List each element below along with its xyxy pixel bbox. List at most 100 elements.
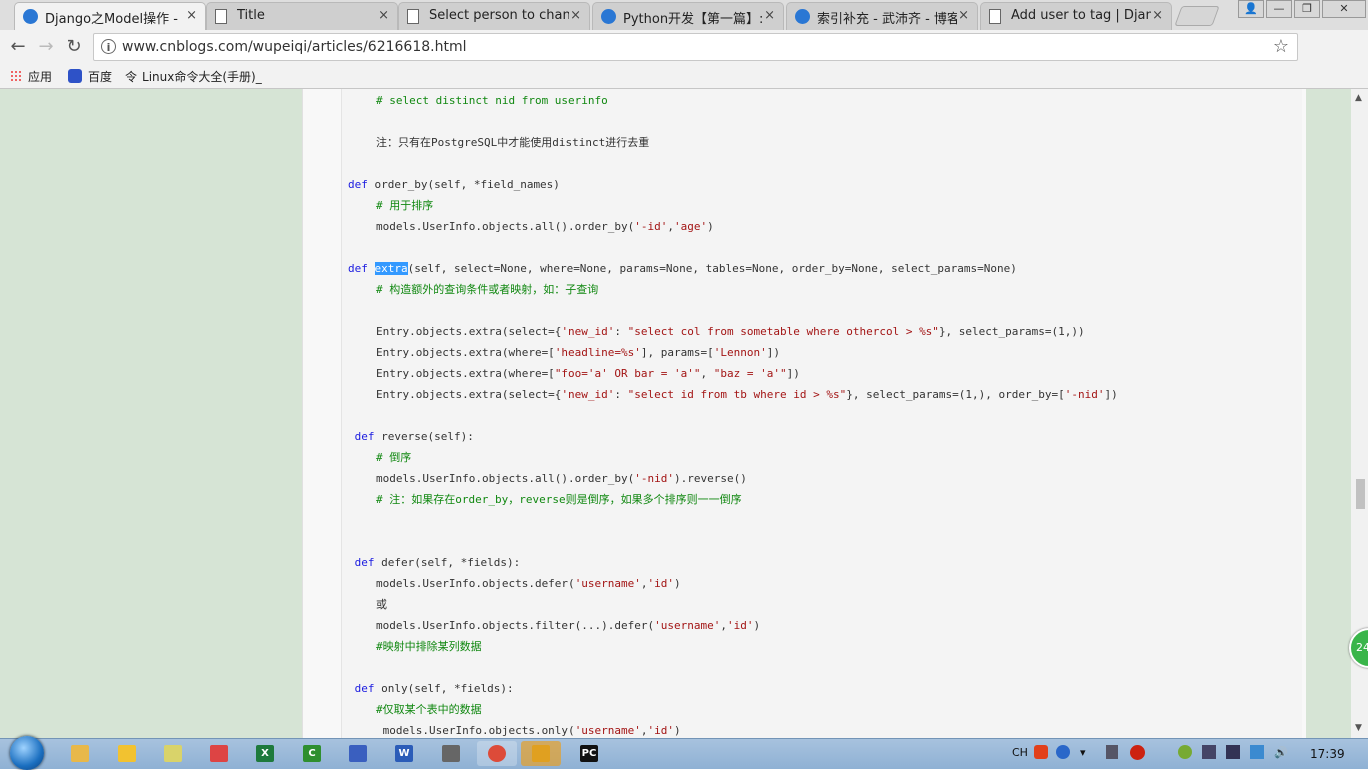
code-token: Entry.objects.extra(select={	[376, 388, 562, 401]
taskbar-pycharm[interactable]: PC	[569, 741, 609, 766]
code-line: def reverse(self):	[348, 430, 474, 444]
new-tab-button[interactable]	[1174, 6, 1220, 26]
code-token: reverse(self):	[374, 430, 474, 443]
close-icon[interactable]: ×	[570, 8, 581, 23]
floppy-icon	[349, 745, 367, 762]
forward-icon[interactable]: →	[34, 35, 58, 59]
code-line: def order_by(self, *field_names)	[348, 178, 560, 192]
code-token: # 倒序	[376, 451, 412, 464]
code-line: # 注：如果存在order_by，reverse则是倒序，如果多个排序则一一倒序	[376, 493, 742, 507]
sogou-input-icon[interactable]	[1034, 745, 1048, 759]
code-token: ])	[786, 367, 800, 380]
page-viewport: # select distinct nid from userinfo 注：只有在…	[0, 89, 1351, 738]
page-icon	[215, 9, 227, 24]
scroll-up-icon[interactable]: ▲	[1355, 93, 1362, 103]
taskbar-tools[interactable]	[431, 741, 471, 766]
code-line: models.UserInfo.objects.filter(...).defe…	[376, 619, 760, 633]
address-text[interactable]: www.cnblogs.com/wupeiqi/articles/6216618…	[122, 39, 467, 55]
tab-5[interactable]: 索引补充 - 武沛齐 - 博客 ×	[786, 2, 978, 30]
taskbar-excel[interactable]: X	[245, 741, 285, 766]
taskbar-word[interactable]: W	[384, 741, 424, 766]
info-icon[interactable]: i	[101, 39, 116, 54]
taskbar-qq[interactable]	[107, 741, 147, 766]
tab-2[interactable]: Title ×	[206, 2, 398, 30]
taskbar-xmind[interactable]	[199, 741, 239, 766]
code-token: Entry.objects.extra(where=[	[376, 346, 555, 359]
word-icon: W	[395, 745, 413, 762]
code-token: #仅取某个表中的数据	[376, 703, 482, 716]
tab-3[interactable]: Select person to chang ×	[398, 2, 590, 30]
taskbar-chrome[interactable]	[477, 741, 517, 766]
tray-app-icon[interactable]	[1106, 745, 1118, 759]
reload-icon[interactable]: ↻	[62, 35, 86, 59]
user-icon[interactable]: 👤	[1238, 0, 1264, 18]
scroll-down-icon[interactable]: ▼	[1355, 723, 1362, 733]
tray-language[interactable]: CH	[1012, 746, 1028, 759]
close-icon[interactable]: ×	[958, 8, 969, 23]
bookmark-linux[interactable]: 令 Linux命令大全(手册)_	[125, 68, 262, 85]
tray-device-icon[interactable]	[1202, 745, 1216, 759]
tab-6[interactable]: Add user to tag | Djang ×	[980, 2, 1172, 30]
bookmark-label: 应用	[28, 70, 53, 84]
taskbar-audio[interactable]	[521, 741, 561, 766]
code-line: Entry.objects.extra(where=["foo='a' OR b…	[376, 367, 800, 381]
code-token: # 注：如果存在order_by，reverse则是倒序，如果多个排序则一一倒序	[376, 493, 742, 506]
taskbar: X C W PC CH ▾ 🔊 17:39	[0, 736, 1368, 770]
code-token: 'id'	[727, 619, 754, 632]
taskbar-explorer[interactable]	[60, 741, 100, 766]
taskbar-save[interactable]	[338, 741, 378, 766]
scroll-thumb[interactable]	[1356, 479, 1365, 509]
tray-expand-icon[interactable]: ▾	[1080, 746, 1086, 759]
close-icon[interactable]: ×	[1152, 8, 1163, 23]
start-button[interactable]	[10, 736, 44, 770]
code-token: ,	[700, 367, 714, 380]
taskbar-notepad[interactable]	[153, 741, 193, 766]
code-line: #仅取某个表中的数据	[376, 703, 482, 717]
code-token: 'Lennon'	[713, 346, 767, 359]
code-token: 'username'	[654, 619, 721, 632]
code-line: models.UserInfo.objects.defer('username'…	[376, 577, 681, 591]
close-icon[interactable]: ×	[378, 8, 389, 23]
record-icon[interactable]	[1130, 745, 1145, 760]
code-token: ], params=[	[640, 346, 714, 359]
code-line: # 用于排序	[376, 199, 433, 213]
code-token: models.UserInfo.objects.all().order_by(	[376, 472, 635, 485]
code-token: only(self, *fields):	[374, 682, 514, 695]
bookmark-baidu[interactable]: 百度	[68, 68, 112, 85]
code-line: Entry.objects.extra(where=['headline=%s'…	[376, 346, 780, 360]
back-icon[interactable]: ←	[6, 35, 30, 59]
bookmark-star-icon[interactable]: ☆	[1273, 36, 1289, 57]
tab-label: Title	[237, 8, 265, 23]
taskbar-camtasia[interactable]: C	[292, 741, 332, 766]
volume-icon[interactable]: 🔊	[1274, 746, 1288, 759]
code-block: # select distinct nid from userinfo 注：只有在…	[341, 89, 1302, 738]
code-token: 'id'	[647, 724, 675, 737]
code-token: }, select_params=(1,))	[938, 325, 1085, 338]
tray-plus-icon[interactable]	[1178, 745, 1192, 759]
code-token: models.UserInfo.objects.defer(	[376, 577, 575, 590]
tray-monitor-icon[interactable]	[1250, 745, 1264, 759]
code-token: def	[348, 262, 368, 275]
code-token: defer(self, *fields):	[374, 556, 521, 569]
minimize-button[interactable]: —	[1266, 0, 1292, 18]
code-token: 注：只有在PostgreSQL中才能使用distinct进行去重	[376, 136, 650, 149]
code-token: #映射中排除某列数据	[376, 640, 482, 653]
cnblogs-icon	[23, 9, 38, 24]
close-icon[interactable]: ×	[186, 8, 197, 23]
clock[interactable]: 17:39	[1310, 747, 1345, 761]
code-token: Entry.objects.extra(select={	[376, 325, 562, 338]
tab-4[interactable]: Python开发【第一篇】: ×	[592, 2, 784, 30]
address-bar[interactable]: i www.cnblogs.com/wupeiqi/articles/62166…	[93, 33, 1298, 61]
cnblogs-icon	[795, 9, 810, 24]
bookmark-label: Linux命令大全(手册)_	[142, 70, 262, 84]
code-token: 'age'	[674, 220, 708, 233]
close-window-button[interactable]: ✕	[1322, 0, 1366, 18]
restore-button[interactable]: ❐	[1294, 0, 1320, 18]
close-icon[interactable]: ×	[764, 8, 775, 23]
bookmark-apps[interactable]: 应用	[10, 68, 52, 85]
help-icon[interactable]	[1056, 745, 1070, 759]
code-token: ,	[640, 577, 648, 590]
tab-1[interactable]: Django之Model操作 - ×	[14, 2, 206, 30]
network-icon[interactable]	[1226, 745, 1240, 759]
folder-icon	[71, 745, 89, 762]
